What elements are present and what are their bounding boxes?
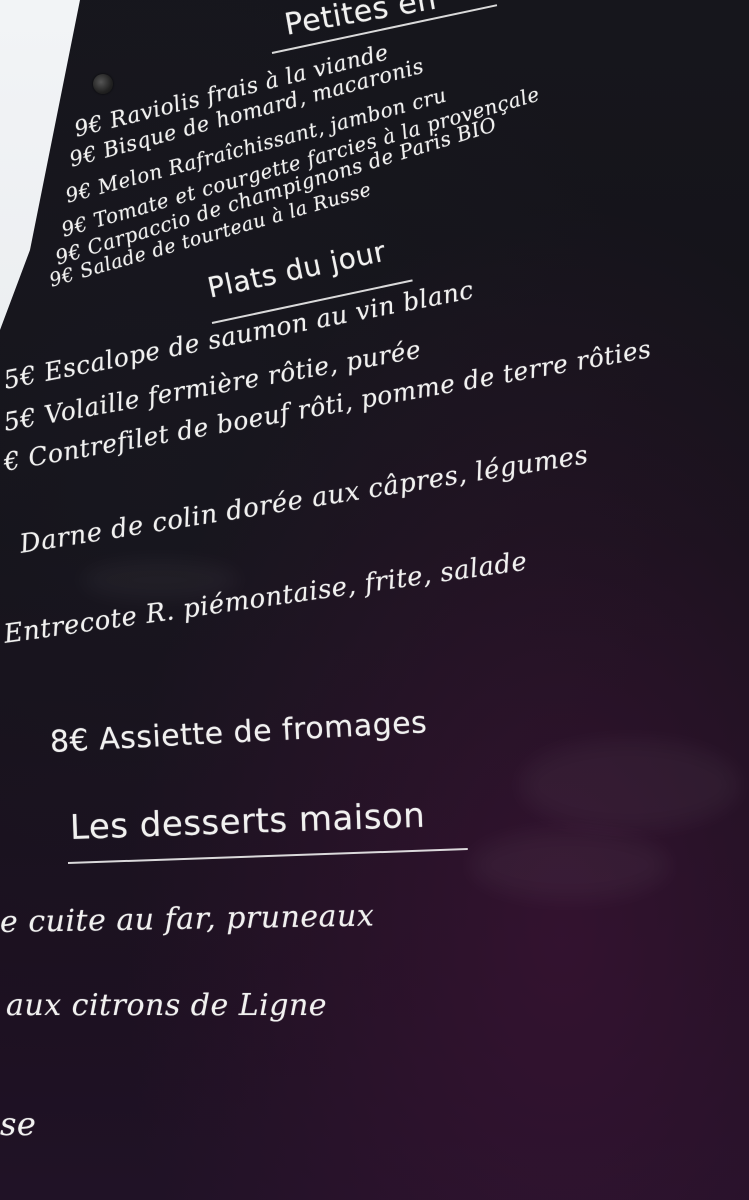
chalk-smudge <box>520 740 740 830</box>
dessert-item: se <box>0 1105 37 1143</box>
board-screw-icon <box>93 74 113 94</box>
dessert-item: aux citrons de Ligne <box>6 988 328 1023</box>
dessert-item: e cuite au far, pruneaux <box>0 898 375 940</box>
photo-scene: Petites en 9€ Raviolis frais à la viande… <box>0 0 749 1200</box>
chalk-smudge <box>470 830 670 900</box>
